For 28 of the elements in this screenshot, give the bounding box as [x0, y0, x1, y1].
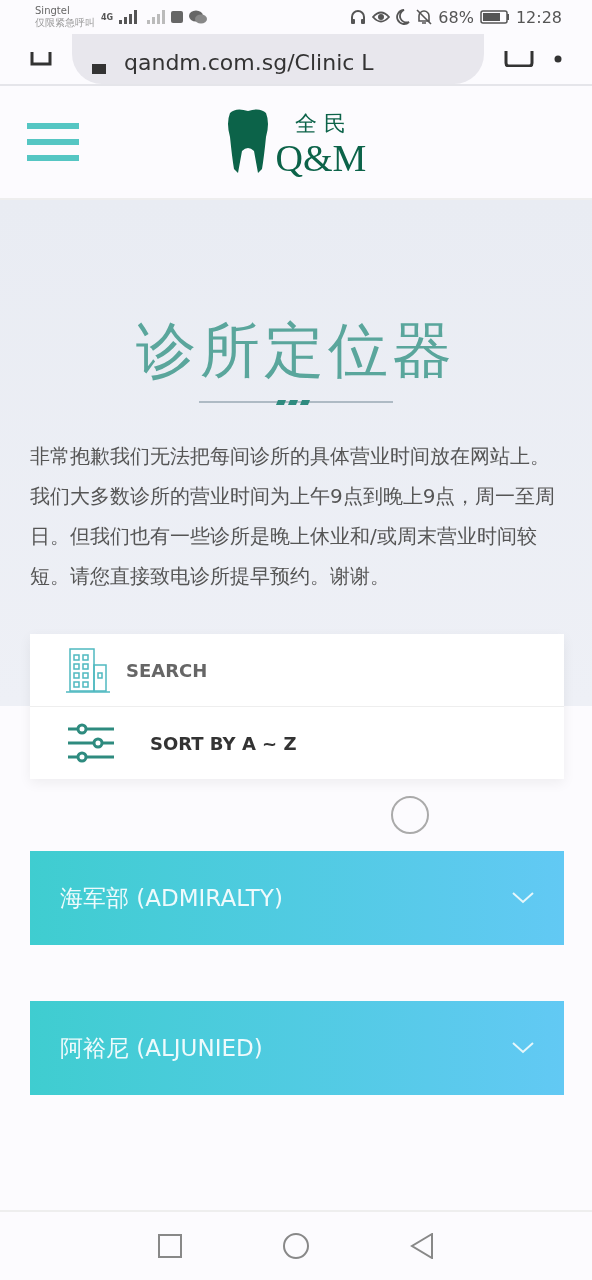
touch-indicator: [390, 795, 430, 835]
sliders-icon: [66, 723, 116, 763]
square-icon: [171, 11, 184, 23]
more-icon[interactable]: [554, 55, 562, 63]
logo-chinese: 全 民: [295, 110, 347, 138]
carrier-note: 仅限紧急呼叫: [35, 17, 95, 29]
chat-icon: [189, 10, 208, 24]
url-text: qandm.com.sg/Clinic L: [124, 52, 374, 74]
back-icon[interactable]: [410, 1233, 434, 1259]
menu-icon[interactable]: [27, 121, 79, 163]
sort-option[interactable]: SORT BY A ~ Z: [30, 706, 564, 779]
battery-icon: [479, 10, 510, 24]
building-icon: [66, 647, 110, 693]
signal-icon: [147, 10, 166, 24]
recents-icon[interactable]: [158, 1234, 182, 1258]
intro-paragraph: 非常抱歉我们无法把每间诊所的具体营业时间放在网站上。我们大多数诊所的营业时间为上午9点到晚上9点，周一至周日。但我们也有一些诊所是晚上休业和/或周末营业时间较短。请您直接致电诊所提早预约。谢谢。: [30, 443, 557, 590]
page-title: 诊所定位器: [136, 320, 456, 380]
eye-icon: [372, 10, 391, 24]
logo-text: Q&M: [275, 139, 367, 177]
moon-icon: [396, 9, 411, 25]
search-option[interactable]: SEARCH: [30, 634, 564, 706]
bell-off-icon: [416, 9, 433, 25]
battery-percent: 68%: [438, 7, 474, 27]
carrier-name: Singtel: [35, 5, 71, 17]
clock-time: 12:28: [515, 7, 562, 27]
network-label: 4G: [101, 12, 114, 22]
address-bar[interactable]: qandm.com.sg/Clinic L: [72, 34, 484, 84]
headphones-icon: [350, 9, 367, 25]
